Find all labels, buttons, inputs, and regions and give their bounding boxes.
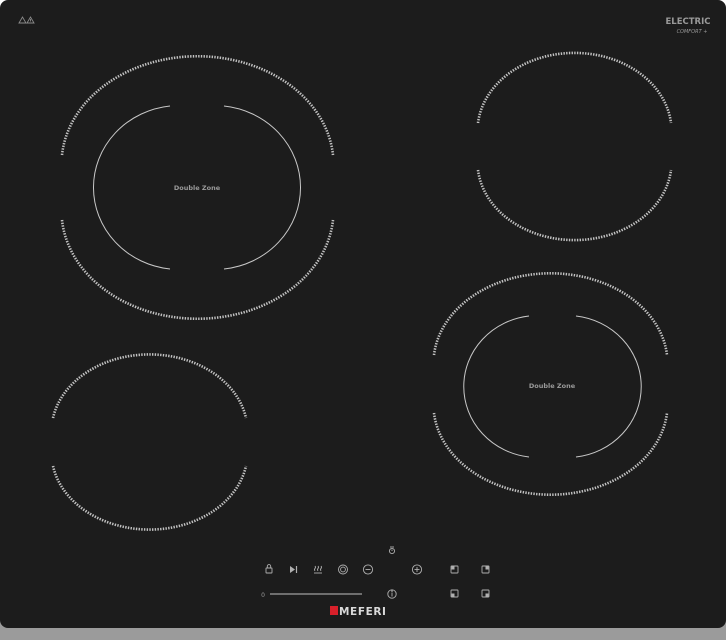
brand-name: MEFERI [339, 606, 387, 618]
zone-label: Double Zone [529, 382, 576, 390]
cooktop: ELECTRIC COMFORT + Double Zone Double Zo… [0, 0, 726, 640]
glass-surface [0, 0, 726, 628]
slider-min-label: 0 [261, 592, 265, 599]
series-label: ELECTRIC [665, 17, 710, 27]
zone-label: Double Zone [174, 184, 221, 192]
series-sub-label: COMFORT + [677, 29, 708, 35]
brand-logo-mark [330, 606, 338, 615]
brand-logo: MEFERI [330, 606, 387, 618]
